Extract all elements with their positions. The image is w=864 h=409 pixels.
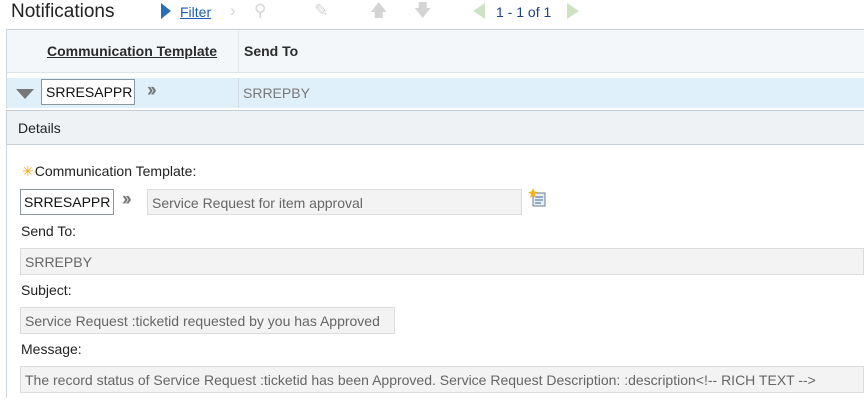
required-asterisk-icon: ✳ — [22, 163, 34, 179]
pager-text: 1 - 1 of 1 — [496, 4, 552, 20]
clear-filter-icon[interactable]: ✎ — [314, 2, 328, 20]
subject-field: Service Request :ticketid requested by y… — [20, 307, 395, 334]
detail-menu-chevron-icon[interactable]: ›› — [147, 81, 157, 101]
column-header-send-to[interactable]: Send To — [244, 43, 298, 59]
select-template-icon[interactable] — [528, 188, 548, 208]
send-to-field: SRREPBY — [20, 248, 864, 275]
template-detail-menu-chevron-icon[interactable]: ›› — [122, 190, 132, 210]
template-description-field: Service Request for item approval — [147, 189, 522, 215]
row-send-to-value: SRREPBY — [243, 85, 310, 101]
send-to-label: Send To: — [21, 223, 77, 239]
filter-arrow-icon[interactable] — [161, 3, 171, 19]
table-row[interactable]: ›› SRREPBY — [7, 78, 864, 108]
communication-template-label: ✳Communication Template: — [22, 163, 196, 180]
filter-link[interactable]: Filter — [180, 4, 211, 20]
page-title: Notifications — [11, 1, 115, 22]
details-section-label: Details — [18, 120, 61, 136]
communication-template-input[interactable] — [20, 189, 114, 215]
column-divider — [238, 78, 239, 108]
next-page-icon[interactable] — [567, 3, 579, 19]
row-expand-icon[interactable] — [16, 89, 34, 99]
details-section-header[interactable]: Details — [6, 110, 864, 145]
previous-page-icon[interactable] — [473, 3, 485, 19]
arrow-down-icon[interactable]: 🡇 — [414, 2, 431, 20]
arrow-up-icon[interactable]: 🡅 — [370, 2, 387, 20]
message-label: Message: — [21, 341, 82, 357]
row-template-input[interactable] — [41, 79, 135, 105]
table-header: Communication Template Send To — [7, 29, 864, 73]
search-icon[interactable]: ⚲ — [254, 2, 266, 20]
toolbar: Notifications Filter › ⚲ ✎ 🡅 🡇 1 - 1 of … — [0, 0, 864, 26]
chevron-right-icon: › — [230, 1, 236, 20]
column-divider — [238, 30, 239, 72]
notifications-table: Communication Template Send To ›› SRREPB… — [6, 29, 864, 108]
column-header-communication-template[interactable]: Communication Template — [47, 43, 217, 59]
message-field: The record status of Service Request :ti… — [20, 366, 864, 393]
subject-label: Subject: — [21, 282, 72, 298]
communication-template-label-text: Communication Template: — [34, 163, 197, 179]
